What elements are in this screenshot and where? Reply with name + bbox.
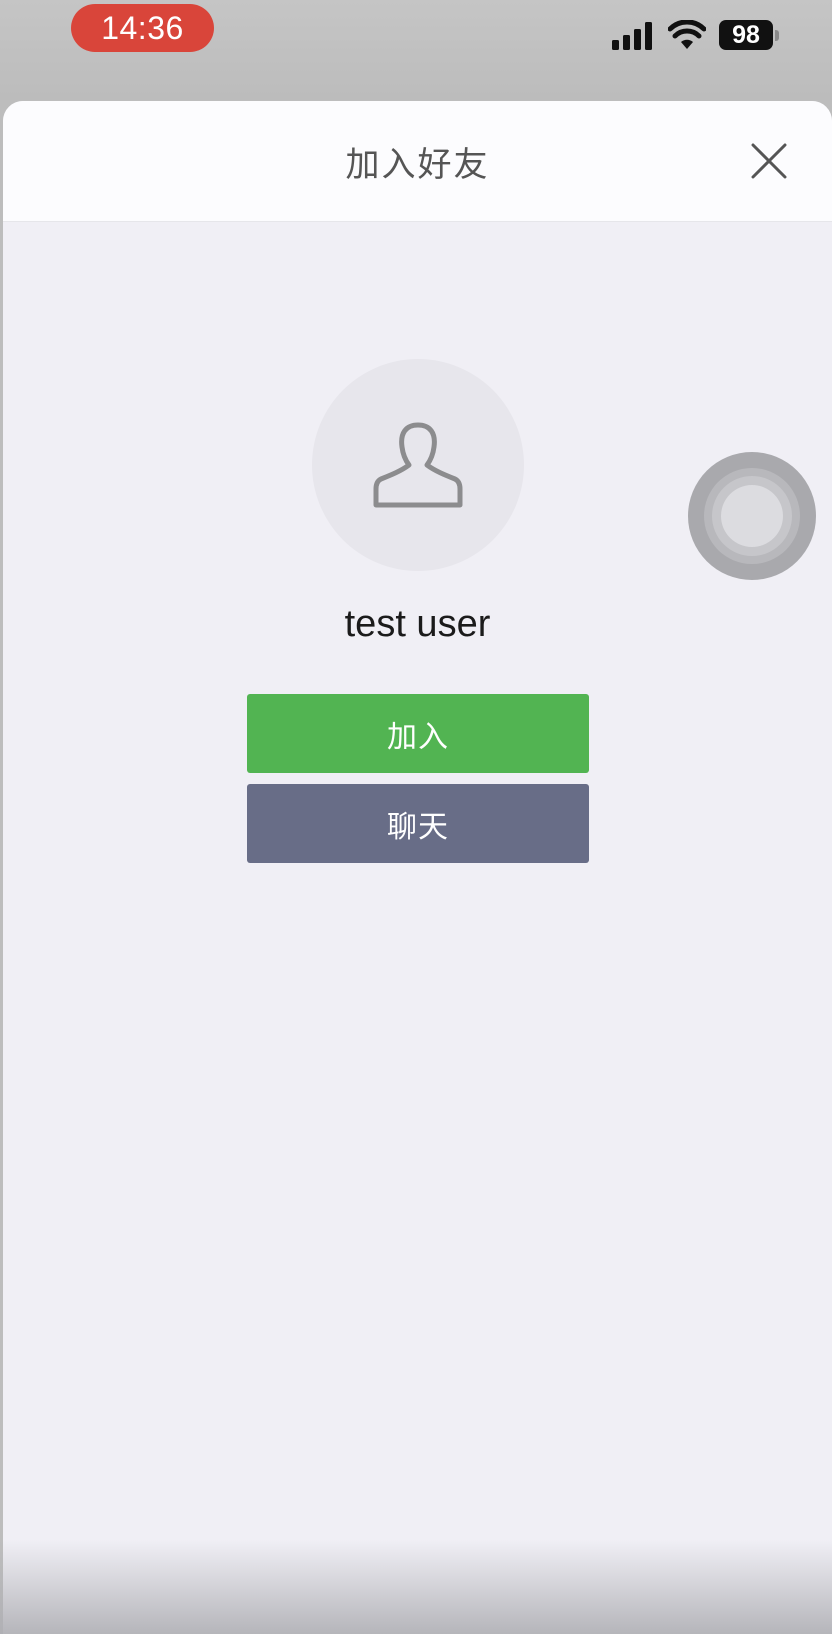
sheet-header: 加入好友 [3,101,832,222]
avatar [312,359,524,571]
user-placeholder-icon [373,422,463,508]
join-button[interactable]: 加入 [247,694,589,773]
status-time: 14:36 [71,4,214,52]
status-bar: 14:36 98 [0,0,832,100]
add-friend-sheet: 加入好友 test user 加入 聊天 [3,101,832,1634]
chat-button[interactable]: 聊天 [247,784,589,863]
bottom-fade [0,1540,832,1634]
wifi-icon [668,20,706,49]
user-name: test user [344,603,491,645]
close-icon[interactable] [745,137,793,185]
sheet-title: 加入好友 [345,144,490,185]
signal-icon [612,22,652,50]
assistive-touch-icon[interactable] [688,452,816,580]
battery-icon: 98 [719,20,779,52]
battery-level: 98 [719,20,773,50]
assistive-touch-core [721,485,783,547]
battery-tip [775,30,779,41]
